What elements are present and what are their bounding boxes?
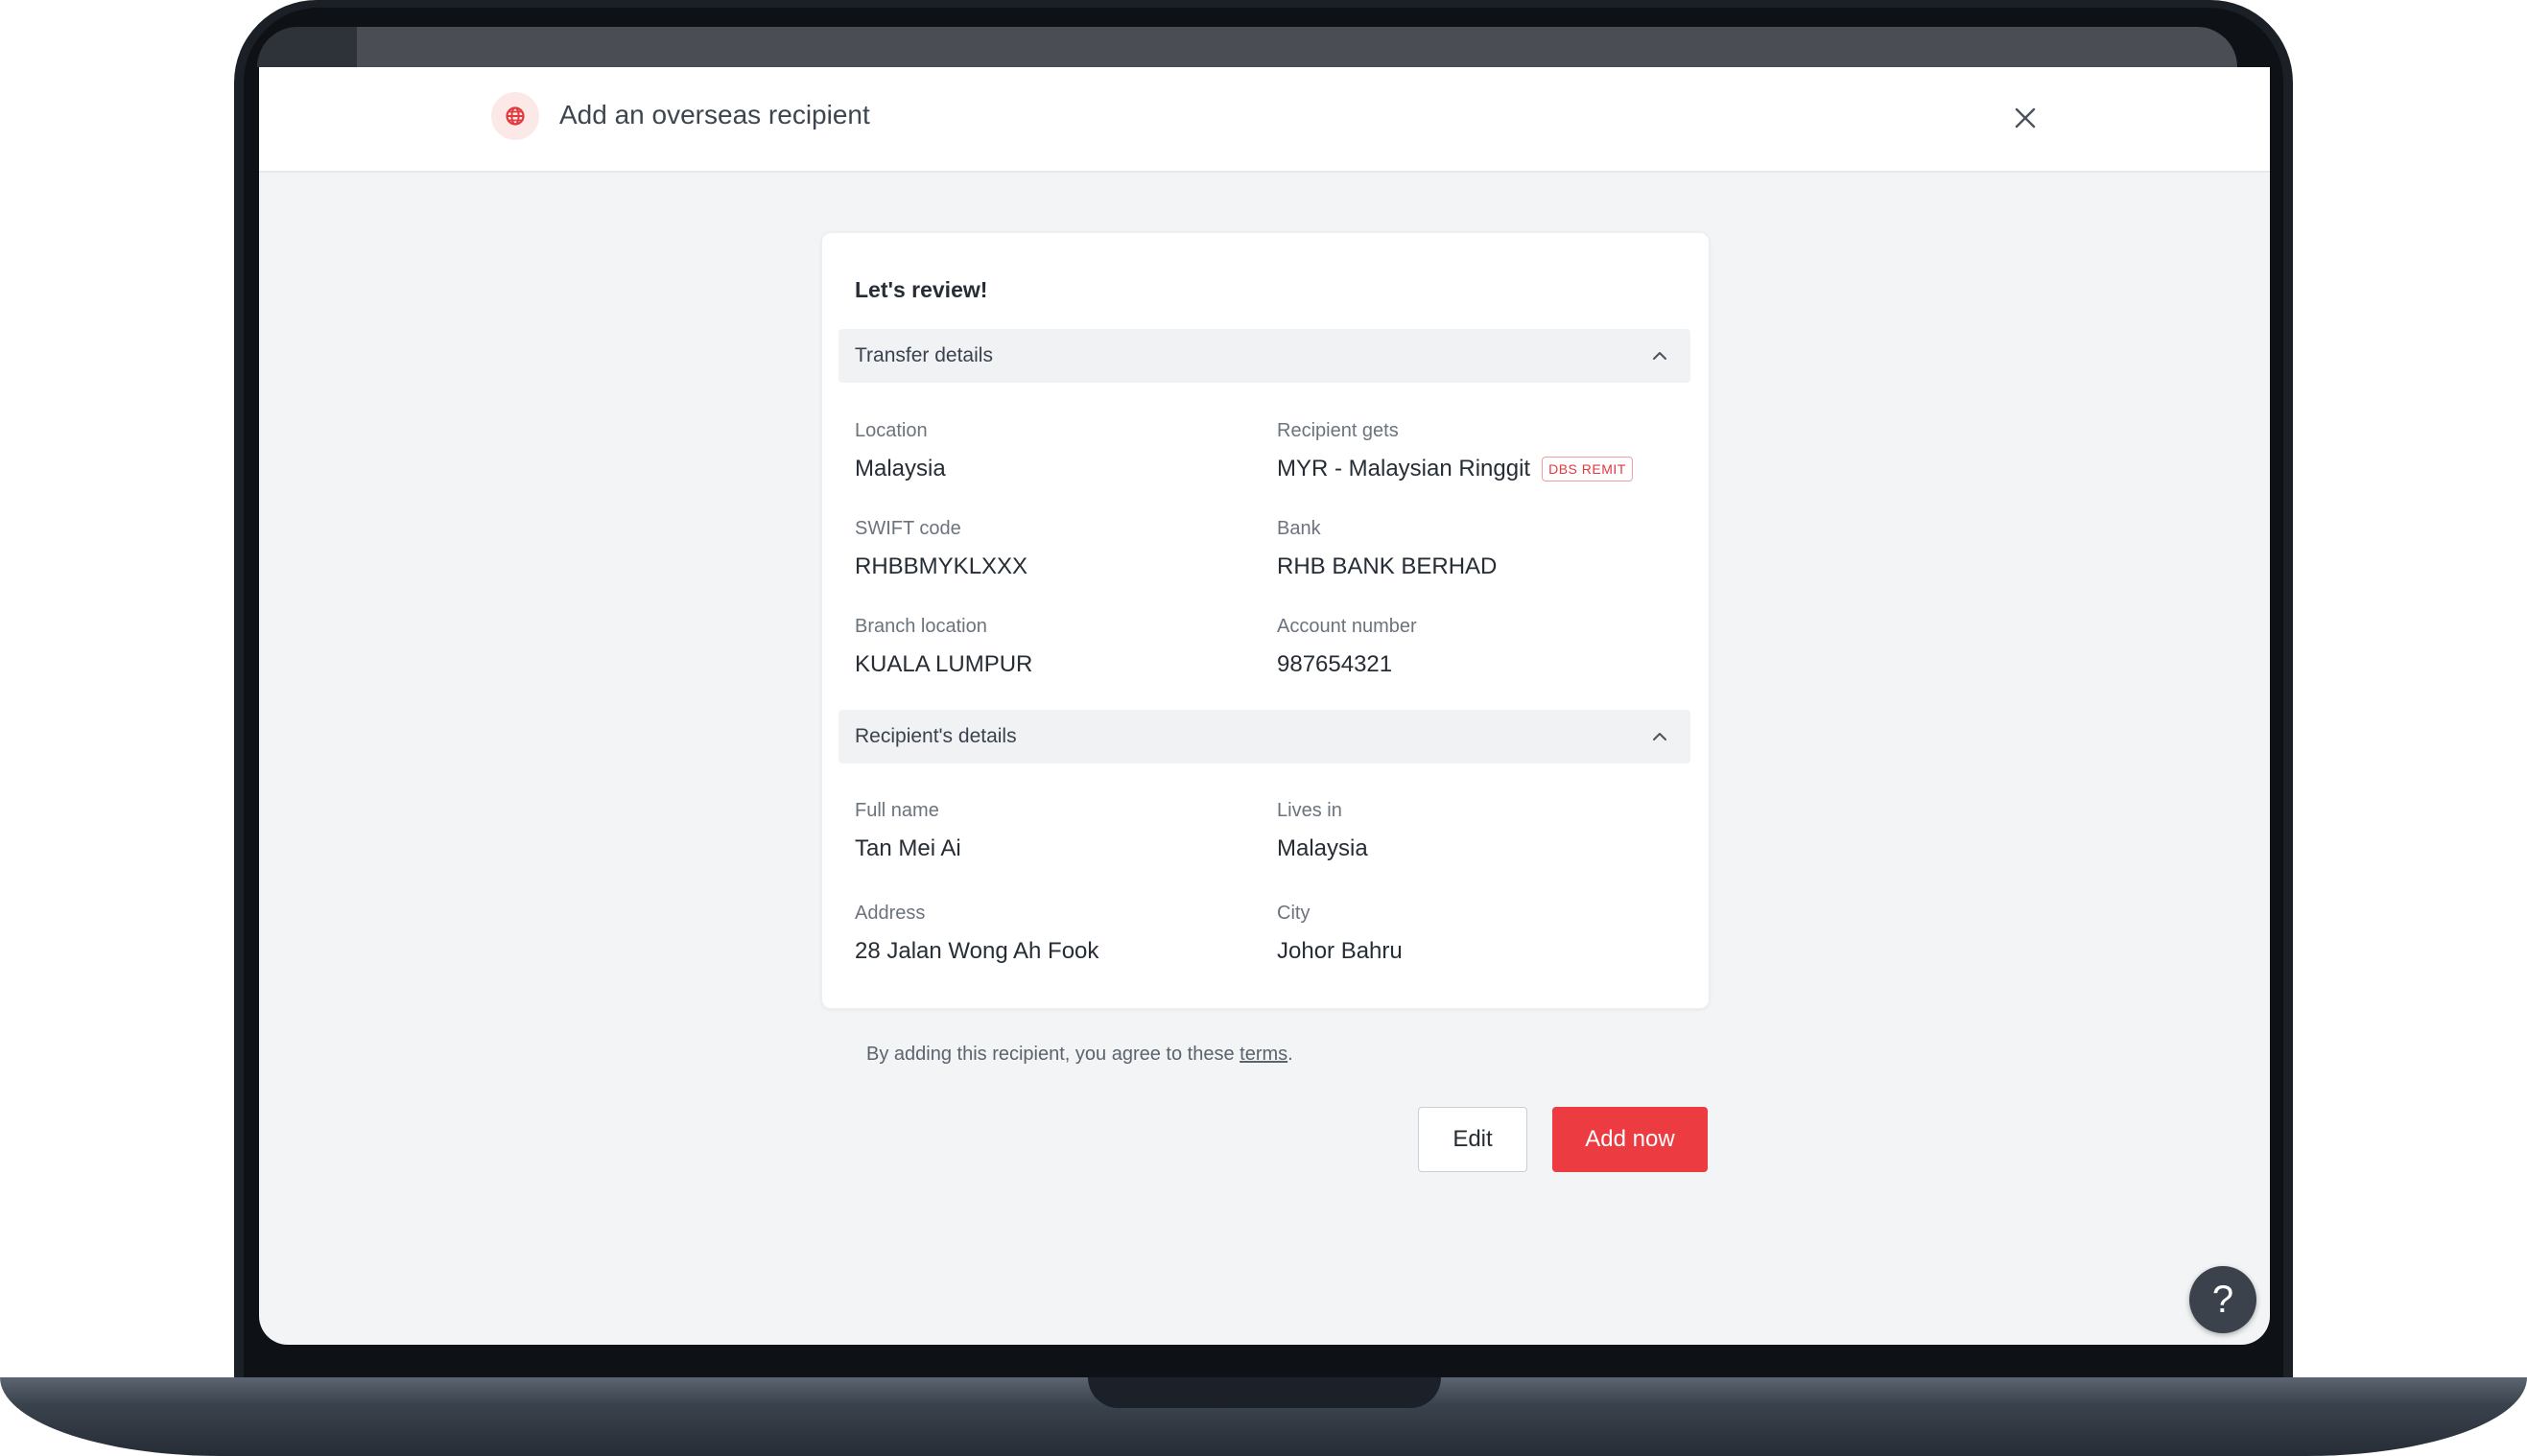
review-card: Let's review! Transfer details Location … bbox=[821, 232, 1710, 1009]
add-now-button[interactable]: Add now bbox=[1552, 1107, 1708, 1172]
fullname-label: Full name bbox=[855, 800, 939, 821]
transfer-details-label: Transfer details bbox=[855, 344, 993, 366]
location-value: Malaysia bbox=[855, 456, 946, 481]
account-value: 987654321 bbox=[1277, 651, 1393, 677]
background-window-titlebar bbox=[357, 27, 2237, 67]
recipient-gets-field: Recipient gets MYR - Malaysian Ringgit D… bbox=[1277, 419, 1680, 482]
city-label: City bbox=[1277, 903, 1311, 924]
account-label: Account number bbox=[1277, 616, 1417, 637]
bank-label: Bank bbox=[1277, 518, 1321, 539]
globe-icon bbox=[491, 92, 539, 140]
branch-field: Branch location KUALA LUMPUR bbox=[855, 615, 1258, 678]
swift-value: RHBBMYKLXXX bbox=[855, 553, 1028, 579]
location-label: Location bbox=[855, 420, 928, 441]
modal-header: Add an overseas recipient bbox=[259, 67, 2270, 173]
address-label: Address bbox=[855, 903, 926, 924]
lives-in-value: Malaysia bbox=[1277, 835, 1368, 861]
recipient-gets-label: Recipient gets bbox=[1277, 420, 1399, 441]
bank-field: Bank RHB BANK BERHAD bbox=[1277, 517, 1680, 580]
page-title: Add an overseas recipient bbox=[559, 100, 870, 129]
app-screen: Add an overseas recipient Let's review! … bbox=[259, 67, 2270, 1345]
lives-in-field: Lives in Malaysia bbox=[1277, 799, 1680, 862]
location-field: Location Malaysia bbox=[855, 419, 1258, 482]
city-field: City Johor Bahru bbox=[1277, 902, 1680, 965]
transfer-details-header[interactable]: Transfer details bbox=[838, 329, 1690, 383]
account-field: Account number 987654321 bbox=[1277, 615, 1680, 678]
help-button[interactable]: ? bbox=[2189, 1266, 2256, 1333]
branch-value: KUALA LUMPUR bbox=[855, 651, 1033, 677]
laptop-base-notch bbox=[1088, 1377, 1441, 1408]
dbs-remit-badge: DBS REMIT bbox=[1542, 457, 1633, 481]
chevron-up-icon bbox=[1653, 352, 1666, 360]
bank-value: RHB BANK BERHAD bbox=[1277, 553, 1498, 579]
recipient-gets-value: MYR - Malaysian Ringgit DBS REMIT bbox=[1277, 456, 1680, 482]
recipient-details-header[interactable]: Recipient's details bbox=[838, 710, 1690, 763]
lives-in-label: Lives in bbox=[1277, 800, 1342, 821]
recipient-details-label: Recipient's details bbox=[855, 725, 1017, 747]
address-field: Address 28 Jalan Wong Ah Fook bbox=[855, 902, 1258, 965]
review-title: Let's review! bbox=[855, 277, 988, 302]
terms-link[interactable]: terms bbox=[1240, 1044, 1287, 1065]
swift-label: SWIFT code bbox=[855, 518, 961, 539]
edit-button[interactable]: Edit bbox=[1418, 1107, 1527, 1172]
swift-field: SWIFT code RHBBMYKLXXX bbox=[855, 517, 1258, 580]
chevron-up-icon bbox=[1653, 733, 1666, 740]
fullname-field: Full name Tan Mei Ai bbox=[855, 799, 1258, 862]
fullname-value: Tan Mei Ai bbox=[855, 835, 961, 861]
address-value: 28 Jalan Wong Ah Fook bbox=[855, 938, 1099, 964]
close-icon[interactable] bbox=[2005, 98, 2045, 138]
city-value: Johor Bahru bbox=[1277, 938, 1403, 964]
terms-text: By adding this recipient, you agree to t… bbox=[866, 1044, 1293, 1065]
branch-label: Branch location bbox=[855, 616, 987, 637]
